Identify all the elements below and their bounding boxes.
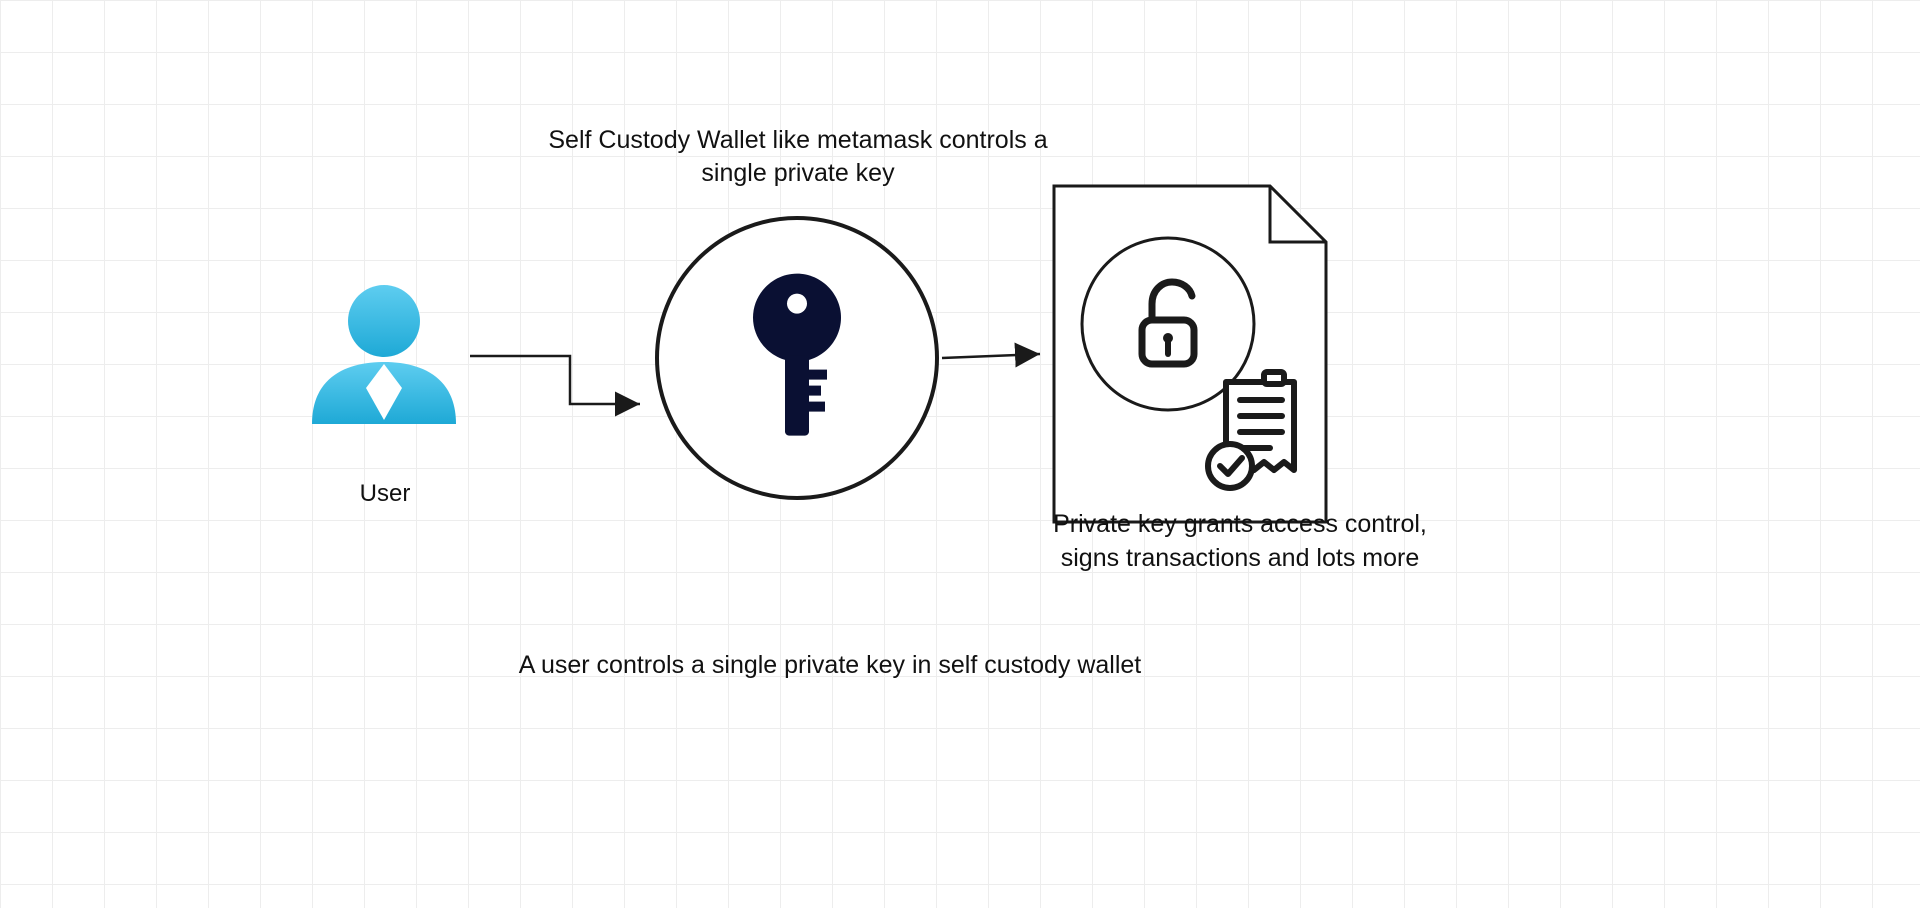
arrow-wallet-to-document xyxy=(0,0,1920,908)
